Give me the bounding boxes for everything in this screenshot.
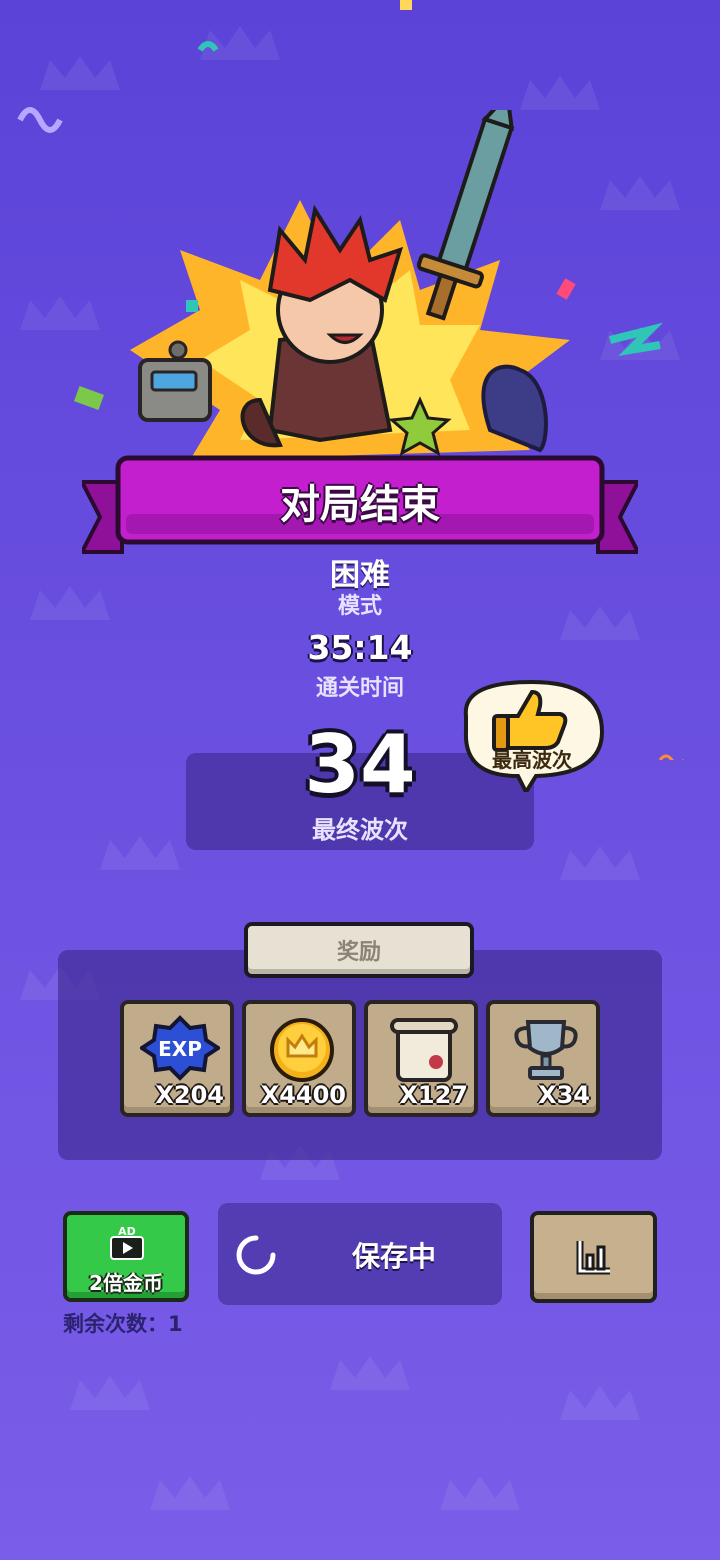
trophy-icon [514, 1020, 578, 1080]
clear-time-value: 35:14 [307, 628, 413, 667]
exp-badge-icon: EXP [140, 1015, 220, 1081]
reward-count-exp: X204 [155, 1081, 224, 1109]
svg-text:EXP: EXP [158, 1037, 202, 1061]
loading-spinner-icon [236, 1235, 276, 1275]
difficulty-mode-label: 模式 [337, 594, 382, 619]
rewards-tab: 奖励 [244, 922, 474, 978]
stats-chart-icon [576, 1241, 610, 1275]
reward-card-exp[interactable]: EXP X204 [120, 1000, 234, 1117]
ad-badge-text: AD [118, 1225, 136, 1238]
best-wave-label: 最高波次 [492, 748, 572, 772]
best-wave-badge [463, 679, 605, 792]
reward-count-gold: X4400 [260, 1081, 346, 1109]
saving-status-label: 保存中 [352, 1240, 437, 1273]
remaining-attempts-text: 剩余次数：1 [63, 1312, 183, 1336]
reward-card-gold[interactable]: X4400 [242, 1000, 356, 1117]
scroll-icon [390, 1018, 458, 1082]
clear-time-label: 通关时间 [315, 676, 404, 701]
final-wave-value: 34 [304, 718, 416, 811]
reward-count-trophy: X34 [538, 1081, 590, 1109]
reward-card-scroll[interactable]: X127 [364, 1000, 478, 1117]
reward-count-scroll: X127 [399, 1081, 468, 1109]
statistics-button[interactable] [530, 1211, 657, 1303]
double-coins-ad-button[interactable]: AD 2倍金币 [63, 1211, 189, 1302]
reward-card-trophy[interactable]: X34 [486, 1000, 600, 1117]
video-ad-icon: AD [110, 1225, 144, 1260]
double-coins-label: 2倍金币 [89, 1271, 163, 1295]
final-wave-label: 最终波次 [312, 816, 408, 844]
gold-coin-icon [270, 1018, 334, 1082]
page-title: 对局结束 [280, 482, 440, 528]
